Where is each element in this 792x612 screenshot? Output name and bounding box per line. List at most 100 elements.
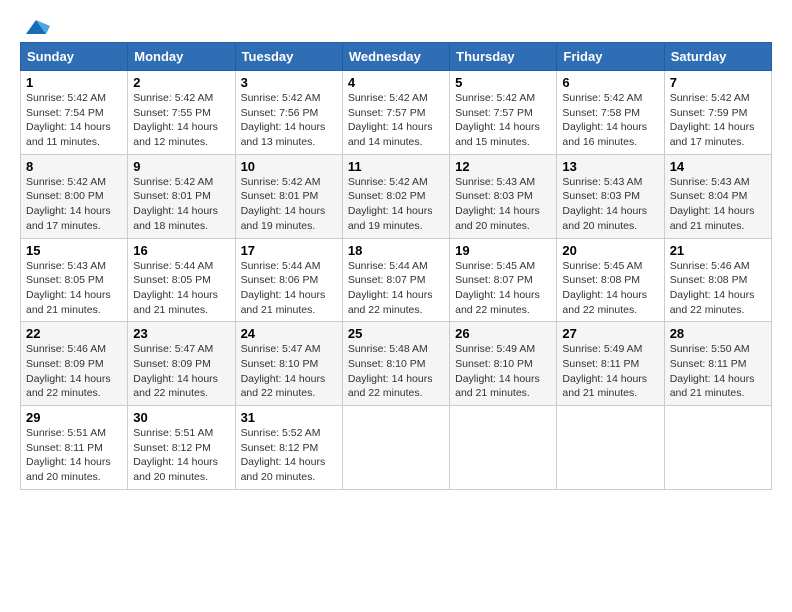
header-day-saturday: Saturday xyxy=(664,43,771,71)
day-info: Sunrise: 5:47 AMSunset: 8:09 PMDaylight:… xyxy=(133,342,229,401)
calendar-cell: 19Sunrise: 5:45 AMSunset: 8:07 PMDayligh… xyxy=(450,238,557,322)
calendar-cell: 20Sunrise: 5:45 AMSunset: 8:08 PMDayligh… xyxy=(557,238,664,322)
daylight-label: Daylight: 14 hours xyxy=(241,205,326,217)
day-number: 19 xyxy=(455,243,551,258)
calendar-cell: 14Sunrise: 5:43 AMSunset: 8:04 PMDayligh… xyxy=(664,154,771,238)
calendar-cell xyxy=(342,406,449,490)
day-number: 24 xyxy=(241,326,337,341)
day-info: Sunrise: 5:42 AMSunset: 7:56 PMDaylight:… xyxy=(241,91,337,150)
sunset-info: Sunset: 8:08 PM xyxy=(670,274,748,286)
calendar-cell: 8Sunrise: 5:42 AMSunset: 8:00 PMDaylight… xyxy=(21,154,128,238)
sunrise-info: Sunrise: 5:49 AM xyxy=(455,343,535,355)
day-info: Sunrise: 5:45 AMSunset: 8:07 PMDaylight:… xyxy=(455,259,551,318)
sunset-info: Sunset: 7:57 PM xyxy=(348,107,426,119)
calendar-cell: 4Sunrise: 5:42 AMSunset: 7:57 PMDaylight… xyxy=(342,71,449,155)
sunrise-info: Sunrise: 5:44 AM xyxy=(133,260,213,272)
sunset-info: Sunset: 8:10 PM xyxy=(348,358,426,370)
sunrise-info: Sunrise: 5:42 AM xyxy=(241,92,321,104)
daylight-label: Daylight: 14 hours xyxy=(133,121,218,133)
daylight-label: Daylight: 14 hours xyxy=(26,373,111,385)
calendar-cell: 9Sunrise: 5:42 AMSunset: 8:01 PMDaylight… xyxy=(128,154,235,238)
day-info: Sunrise: 5:52 AMSunset: 8:12 PMDaylight:… xyxy=(241,426,337,485)
daylight-minutes: and 17 minutes. xyxy=(670,136,745,148)
day-info: Sunrise: 5:42 AM Sunset: 8:01 PM Daylight:… xyxy=(241,175,337,234)
calendar-cell: 16Sunrise: 5:44 AMSunset: 8:05 PMDayligh… xyxy=(128,238,235,322)
calendar-cell: 17Sunrise: 5:44 AMSunset: 8:06 PMDayligh… xyxy=(235,238,342,322)
calendar-cell: 28Sunrise: 5:50 AMSunset: 8:11 PMDayligh… xyxy=(664,322,771,406)
sunrise-info: Sunrise: 5:43 AM xyxy=(670,176,750,188)
sunset-info: Sunset: 8:09 PM xyxy=(26,358,104,370)
day-info: Sunrise: 5:49 AMSunset: 8:10 PMDaylight:… xyxy=(455,342,551,401)
day-number: 21 xyxy=(670,243,766,258)
sunrise-info: Sunrise: 5:50 AM xyxy=(670,343,750,355)
daylight-minutes: and 12 minutes. xyxy=(133,136,208,148)
day-info: Sunrise: 5:42 AMSunset: 7:58 PMDaylight:… xyxy=(562,91,658,150)
daylight-minutes: and 17 minutes. xyxy=(26,220,101,232)
daylight-label: Daylight: 14 hours xyxy=(241,373,326,385)
calendar-cell: 21Sunrise: 5:46 AMSunset: 8:08 PMDayligh… xyxy=(664,238,771,322)
day-number: 26 xyxy=(455,326,551,341)
sunrise-info: Sunrise: 5:42 AM xyxy=(26,92,106,104)
day-number: 1 xyxy=(26,75,122,90)
daylight-label: Daylight: 14 hours xyxy=(562,289,647,301)
day-info: Sunrise: 5:46 AMSunset: 8:09 PMDaylight:… xyxy=(26,342,122,401)
daylight-label: Daylight: 14 hours xyxy=(670,373,755,385)
day-number: 29 xyxy=(26,410,122,425)
daylight-minutes: and 22 minutes. xyxy=(26,387,101,399)
sunrise-info: Sunrise: 5:51 AM xyxy=(133,427,213,439)
calendar-cell: 13Sunrise: 5:43 AMSunset: 8:03 PMDayligh… xyxy=(557,154,664,238)
daylight-minutes: and 20 minutes. xyxy=(562,220,637,232)
daylight-minutes: and 22 minutes. xyxy=(241,387,316,399)
sunset-info: Sunset: 7:58 PM xyxy=(562,107,640,119)
sunset-info: Sunset: 8:07 PM xyxy=(455,274,533,286)
daylight-minutes: and 20 minutes. xyxy=(455,220,530,232)
sunset-info: Sunset: 7:57 PM xyxy=(455,107,533,119)
daylight-label: Daylight: 14 hours xyxy=(26,121,111,133)
day-info: Sunrise: 5:47 AM Sunset: 8:10 PM Daylight:… xyxy=(241,342,337,401)
daylight-label: Daylight: 14 hours xyxy=(670,121,755,133)
sunset-info: Sunset: 8:01 PM xyxy=(241,190,319,202)
sunrise-info: Sunrise: 5:49 AM xyxy=(562,343,642,355)
daylight-minutes: and 21 minutes. xyxy=(455,387,530,399)
daylight-label: Daylight: 14 hours xyxy=(133,289,218,301)
calendar-cell: 31Sunrise: 5:52 AMSunset: 8:12 PMDayligh… xyxy=(235,406,342,490)
sunrise-info: Sunrise: 5:44 AM xyxy=(348,260,428,272)
daylight-minutes: and 21 minutes. xyxy=(670,220,745,232)
calendar-cell: 15Sunrise: 5:43 AMSunset: 8:05 PMDayligh… xyxy=(21,238,128,322)
sunset-info: Sunset: 8:10 PM xyxy=(241,358,319,370)
header xyxy=(20,16,772,32)
sunrise-info: Sunrise: 5:44 AM xyxy=(241,260,321,272)
daylight-minutes: and 19 minutes. xyxy=(241,220,316,232)
day-info: Sunrise: 5:42 AMSunset: 8:01 PMDaylight:… xyxy=(133,175,229,234)
day-number: 3 xyxy=(241,75,337,90)
daylight-minutes: and 20 minutes. xyxy=(241,471,316,483)
sunset-info: Sunset: 8:00 PM xyxy=(26,190,104,202)
week-row-5: 29Sunrise: 5:51 AMSunset: 8:11 PMDayligh… xyxy=(21,406,772,490)
daylight-minutes: and 22 minutes. xyxy=(670,304,745,316)
sunrise-info: Sunrise: 5:42 AM xyxy=(241,176,321,188)
daylight-minutes: and 21 minutes. xyxy=(133,304,208,316)
daylight-label: Daylight: 14 hours xyxy=(133,456,218,468)
week-row-4: 22Sunrise: 5:46 AMSunset: 8:09 PMDayligh… xyxy=(21,322,772,406)
day-number: 5 xyxy=(455,75,551,90)
sunset-info: Sunset: 8:03 PM xyxy=(455,190,533,202)
calendar-cell: 25Sunrise: 5:48 AMSunset: 8:10 PMDayligh… xyxy=(342,322,449,406)
sunrise-info: Sunrise: 5:42 AM xyxy=(348,92,428,104)
day-number: 9 xyxy=(133,159,229,174)
calendar-cell: 11Sunrise: 5:42 AMSunset: 8:02 PMDayligh… xyxy=(342,154,449,238)
sunrise-info: Sunrise: 5:47 AM xyxy=(241,343,321,355)
calendar-cell: 27Sunrise: 5:49 AMSunset: 8:11 PMDayligh… xyxy=(557,322,664,406)
sunrise-info: Sunrise: 5:42 AM xyxy=(455,92,535,104)
sunset-info: Sunset: 8:05 PM xyxy=(133,274,211,286)
sunset-info: Sunset: 8:04 PM xyxy=(670,190,748,202)
day-info: Sunrise: 5:43 AMSunset: 8:03 PMDaylight:… xyxy=(562,175,658,234)
day-info: Sunrise: 5:42 AMSunset: 7:57 PMDaylight:… xyxy=(348,91,444,150)
day-number: 27 xyxy=(562,326,658,341)
sunset-info: Sunset: 8:01 PM xyxy=(133,190,211,202)
daylight-minutes: and 18 minutes. xyxy=(133,220,208,232)
daylight-label: Daylight: 14 hours xyxy=(26,456,111,468)
daylight-label: Daylight: 14 hours xyxy=(241,121,326,133)
calendar-cell xyxy=(557,406,664,490)
day-number: 13 xyxy=(562,159,658,174)
daylight-label: Daylight: 14 hours xyxy=(241,456,326,468)
